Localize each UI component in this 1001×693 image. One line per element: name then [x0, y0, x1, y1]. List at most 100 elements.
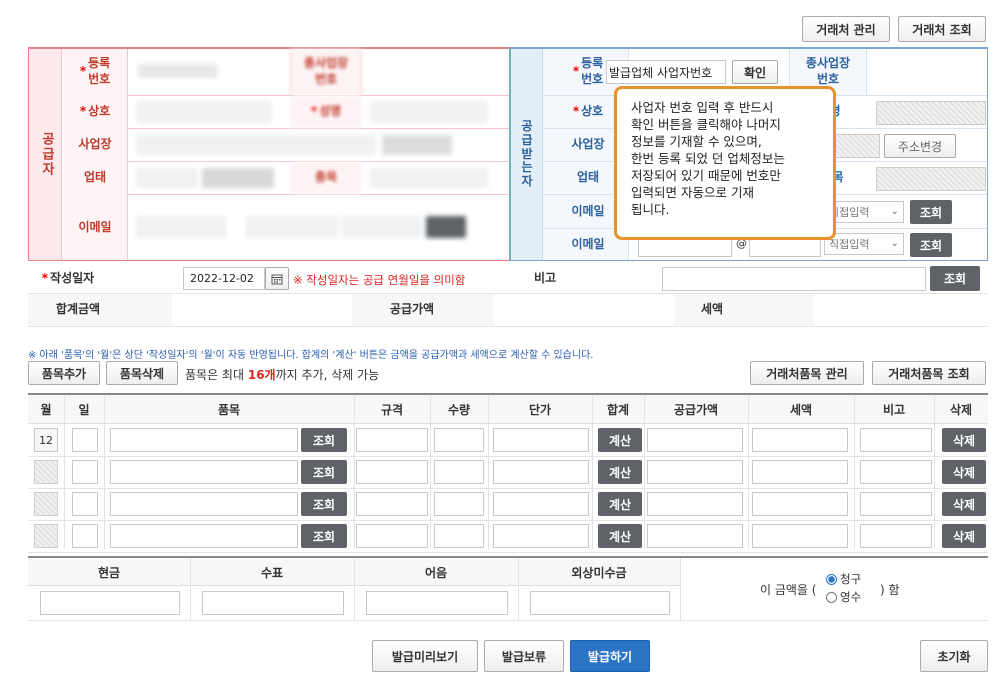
receiver-email-domain-select[interactable]: 직접입력 ⌄ [824, 201, 904, 223]
items-col-header: 합계 [606, 403, 630, 417]
day-input[interactable] [72, 428, 98, 452]
quantity-input[interactable] [434, 460, 484, 484]
calc-button[interactable]: 계산 [598, 460, 642, 484]
payment-amount-input[interactable] [366, 591, 508, 615]
receiver-reg-no-input[interactable]: 발급업체 사업자번호 [606, 60, 726, 84]
remark-label: 비고 [533, 270, 557, 285]
item-name-input[interactable] [110, 492, 298, 516]
day-input[interactable] [72, 524, 98, 548]
supplier-email-select[interactable] [342, 216, 422, 238]
items-col-header: 비고 [882, 403, 906, 417]
month-input [34, 492, 58, 516]
add-item-button[interactable]: 품목추가 [28, 361, 100, 385]
divider [104, 395, 105, 549]
tax-input[interactable] [752, 460, 848, 484]
item-search-button[interactable]: 조회 [301, 428, 347, 452]
divider [62, 161, 509, 162]
delete-item-button[interactable]: 품목삭제 [106, 361, 178, 385]
day-input[interactable] [72, 492, 98, 516]
items-col-header: 단가 [528, 403, 552, 417]
supplier-email-search-button[interactable] [426, 216, 466, 238]
items-col-header: 월 [40, 403, 52, 417]
divider [62, 194, 509, 195]
reset-button[interactable]: 초기화 [920, 640, 988, 672]
unit-price-input[interactable] [493, 492, 589, 516]
issue-button[interactable]: 발급하기 [570, 640, 650, 672]
receiver-email-search-button[interactable]: 조회 [910, 200, 952, 224]
supplier-name-value [370, 101, 488, 123]
tax-input[interactable] [752, 524, 848, 548]
row-delete-button[interactable]: 삭제 [942, 460, 986, 484]
receipt-option[interactable]: 영수 [826, 589, 861, 605]
row-delete-button[interactable]: 삭제 [942, 428, 986, 452]
vendor-item-manage-button[interactable]: 거래처품목 관리 [750, 361, 864, 385]
calc-button[interactable]: 계산 [598, 492, 642, 516]
supplier-address-change-button[interactable] [382, 135, 452, 155]
calc-button[interactable]: 계산 [598, 428, 642, 452]
receiver-email2-domain-select[interactable]: 직접입력 ⌄ [824, 233, 904, 255]
table-row-divider [28, 488, 988, 489]
spec-input[interactable] [356, 428, 428, 452]
divider [680, 556, 988, 558]
spec-input[interactable] [356, 524, 428, 548]
claim-option[interactable]: 청구 [826, 571, 861, 587]
tax-input[interactable] [752, 428, 848, 452]
receiver-address-label: 사업장 [571, 137, 605, 152]
claim-radio[interactable] [826, 573, 837, 585]
quantity-input[interactable] [434, 428, 484, 452]
item-remark-input[interactable] [860, 492, 932, 516]
supply-value-input[interactable] [647, 492, 743, 516]
remark-search-button[interactable]: 조회 [930, 266, 980, 291]
vendor-search-button[interactable]: 거래처 조회 [898, 16, 986, 42]
payment-amount-input[interactable] [202, 591, 344, 615]
remark-input[interactable] [662, 267, 926, 291]
item-remark-input[interactable] [860, 524, 932, 548]
receiver-address-change-button[interactable]: 주소변경 [884, 134, 956, 158]
item-search-button[interactable]: 조회 [301, 460, 347, 484]
item-name-input[interactable] [110, 428, 298, 452]
payment-amount-input[interactable] [40, 591, 180, 615]
payment-col-header: 어음 [424, 565, 448, 580]
quantity-input[interactable] [434, 492, 484, 516]
unit-price-input[interactable] [493, 524, 589, 548]
supply-value-input[interactable] [647, 460, 743, 484]
supplier-category-change-button[interactable] [202, 168, 274, 188]
month-input[interactable]: 12 [34, 428, 58, 452]
supplier-item-value [370, 168, 488, 188]
vendor-manage-button[interactable]: 거래처 관리 [802, 16, 890, 42]
row-delete-button[interactable]: 삭제 [942, 524, 986, 548]
item-search-button[interactable]: 조회 [301, 492, 347, 516]
supply-value-input[interactable] [647, 428, 743, 452]
payment-amount-input[interactable] [530, 591, 670, 615]
supply-amount-label: 공급가액 [389, 302, 435, 317]
unit-price-input[interactable] [493, 428, 589, 452]
supply-value-input[interactable] [647, 524, 743, 548]
unit-price-input[interactable] [493, 460, 589, 484]
items-col-header: 공급가액 [673, 403, 719, 417]
calendar-icon [271, 274, 283, 284]
issue-hold-button[interactable]: 발급보류 [484, 640, 564, 672]
month-input [34, 524, 58, 548]
item-name-input[interactable] [110, 524, 298, 548]
calc-button[interactable]: 계산 [598, 524, 642, 548]
divider [28, 620, 988, 621]
item-name-input[interactable] [110, 460, 298, 484]
vendor-item-search-button[interactable]: 거래처품목 조회 [872, 361, 986, 385]
divider [28, 293, 988, 294]
calendar-icon-button[interactable] [265, 267, 289, 290]
issue-preview-button[interactable]: 발급미리보기 [372, 640, 478, 672]
receiver-email2-search-button[interactable]: 조회 [910, 233, 952, 257]
day-input[interactable] [72, 460, 98, 484]
spec-input[interactable] [356, 460, 428, 484]
tax-input[interactable] [752, 492, 848, 516]
row-delete-button[interactable]: 삭제 [942, 492, 986, 516]
item-remark-input[interactable] [860, 460, 932, 484]
quantity-input[interactable] [434, 524, 484, 548]
spec-input[interactable] [356, 492, 428, 516]
receiver-confirm-button[interactable]: 확인 [732, 60, 778, 84]
date-input[interactable]: 2022-12-02 [183, 267, 265, 290]
receipt-radio[interactable] [826, 591, 837, 603]
tax-amount-label: 세액 [700, 302, 724, 317]
item-remark-input[interactable] [860, 428, 932, 452]
item-search-button[interactable]: 조회 [301, 524, 347, 548]
